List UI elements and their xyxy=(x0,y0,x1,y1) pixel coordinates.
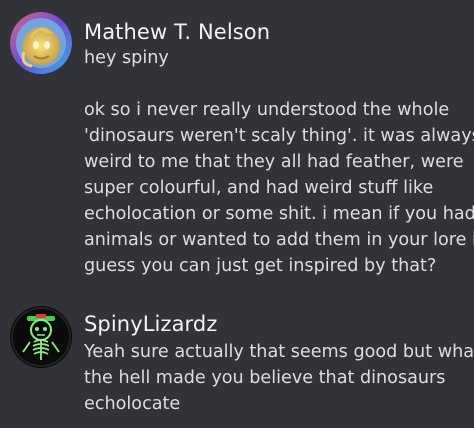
message-text-line: weird to me that they all had feather, w… xyxy=(84,152,464,172)
message-text-line: the hell made you believe that dinosaurs xyxy=(84,368,446,388)
author-name[interactable]: Mathew T. Nelson xyxy=(84,20,270,44)
message-item: Mathew T. Nelson hey spiny ok so i never… xyxy=(0,0,474,280)
message-item: SpinyLizardz Yeah sure actually that see… xyxy=(0,300,474,428)
golden-dragon-avatar-icon[interactable] xyxy=(10,12,72,74)
author-name[interactable]: SpinyLizardz xyxy=(84,312,217,336)
message-text-line: animals or wanted to add them in your lo… xyxy=(84,230,474,250)
message-text-line: hey spiny xyxy=(84,48,169,68)
message-text-line: 'dinosaurs weren't scaly thing'. it was … xyxy=(84,126,474,146)
message-text-line: super colourful, and had weird stuff lik… xyxy=(84,178,434,198)
message-text-line: echolocate xyxy=(84,394,181,414)
message-text-line: ok so i never really understood the whol… xyxy=(84,100,450,120)
message-text-line: echolocation or some shit. i mean if you… xyxy=(84,204,474,224)
message-text-line: guess you can just get inspired by that? xyxy=(84,256,437,276)
message-text-line: Yeah sure actually that seems good but w… xyxy=(84,342,474,362)
green-skeleton-avatar-icon[interactable] xyxy=(10,306,72,368)
